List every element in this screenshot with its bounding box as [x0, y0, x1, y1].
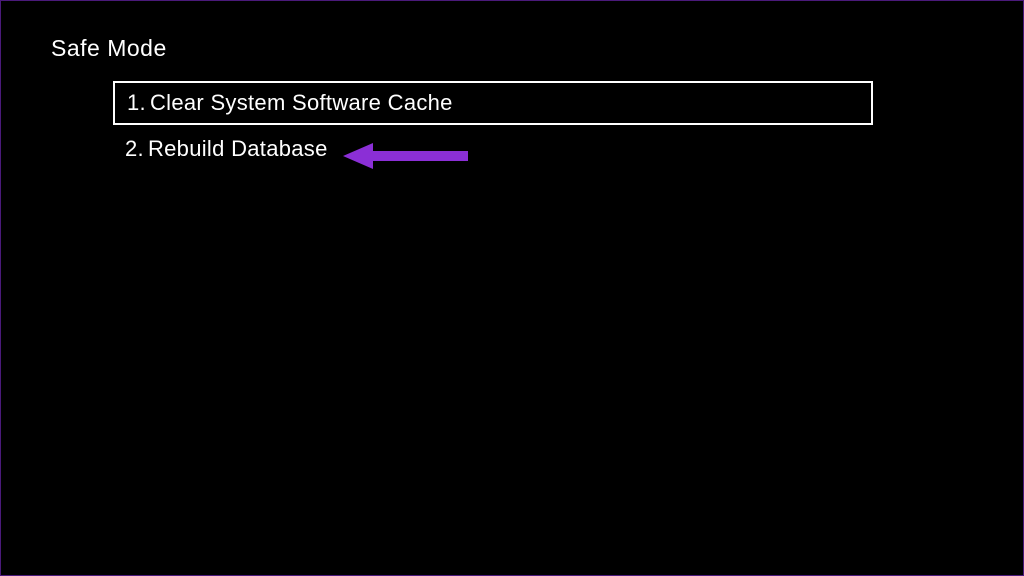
menu-item-number: 1. [127, 90, 146, 116]
menu-item-clear-cache[interactable]: 1.Clear System Software Cache [113, 81, 873, 125]
menu-item-rebuild-database[interactable]: 2.Rebuild Database [113, 129, 873, 169]
page-title: Safe Mode [51, 35, 167, 62]
menu-item-label: Clear System Software Cache [150, 90, 453, 115]
menu-item-label: Rebuild Database [148, 136, 328, 161]
menu-item-number: 2. [125, 136, 144, 162]
safe-mode-menu: 1.Clear System Software Cache 2.Rebuild … [113, 81, 873, 173]
